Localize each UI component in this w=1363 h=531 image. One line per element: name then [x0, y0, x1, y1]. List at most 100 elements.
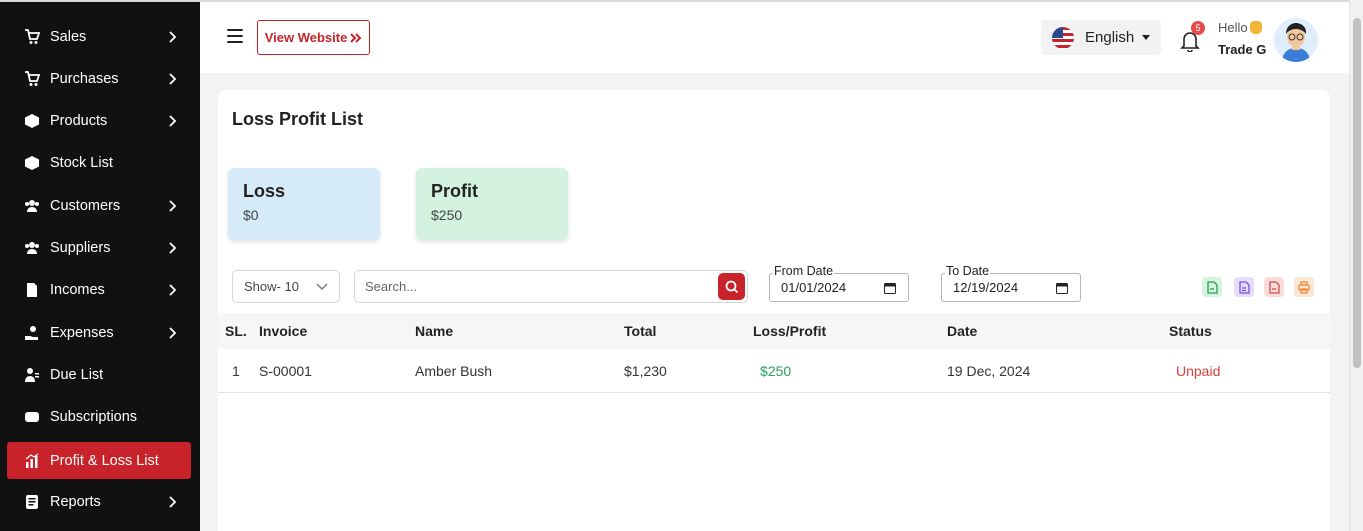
greeting-text: Hello — [1218, 20, 1248, 35]
search-icon — [725, 280, 738, 293]
profit-card: Profit $250 — [416, 168, 568, 240]
to-date-field[interactable]: To Date 12/19/2024 — [941, 264, 1081, 302]
sidebar-item-label: Customers — [50, 197, 121, 214]
chevron-right-icon — [169, 283, 179, 296]
sidebar-item-subscriptions[interactable]: Subscriptions — [7, 398, 191, 435]
to-date-label: To Date — [945, 264, 991, 278]
sidebar-item-label: Profit & Loss List — [50, 452, 159, 469]
sidebar-item-label: Reports — [50, 493, 101, 510]
sidebar-item-stock-list[interactable]: Stock List — [7, 144, 191, 181]
sidebar-item-label: Expenses — [50, 324, 114, 341]
bar-chart-icon — [23, 452, 41, 470]
search-button[interactable] — [718, 273, 745, 300]
excel-file-icon — [1239, 280, 1250, 294]
language-label: English — [1085, 29, 1135, 46]
chevron-down-icon — [316, 283, 328, 290]
sidebar-item-label: Purchases — [50, 70, 119, 87]
cart-icon — [23, 70, 41, 88]
loss-card: Loss $0 — [228, 168, 380, 240]
search-input[interactable] — [355, 271, 715, 302]
profit-card-value: $250 — [431, 207, 463, 223]
cell-invoice: S-00001 — [259, 363, 312, 379]
loss-card-title: Loss — [243, 181, 286, 201]
chevron-right-icon — [169, 241, 179, 254]
page-size-value: Show- 10 — [244, 279, 299, 294]
box-icon — [23, 154, 41, 172]
table-header: SL. Invoice Name Total Loss/Profit Date … — [218, 313, 1330, 349]
sidebar: Sales Purchases Products Stock List Cust… — [0, 0, 200, 531]
page-size-select[interactable]: Show- 10 — [232, 270, 340, 303]
column-header-date: Date — [947, 323, 978, 339]
csv-file-icon — [1207, 280, 1218, 294]
sidebar-item-label: Subscriptions — [50, 408, 138, 425]
sidebar-item-profit-loss-list[interactable]: Profit & Loss List — [7, 442, 191, 479]
sidebar-item-due-list[interactable]: Due List — [7, 356, 191, 393]
sidebar-item-label: Due List — [50, 366, 104, 383]
sidebar-item-expenses[interactable]: Expenses — [7, 314, 191, 351]
avatar[interactable] — [1274, 18, 1318, 62]
export-csv-button[interactable] — [1202, 277, 1222, 297]
us-flag-icon — [1052, 26, 1074, 49]
loss-card-value: $0 — [243, 207, 259, 223]
column-header-total: Total — [624, 323, 657, 339]
sidebar-item-reports[interactable]: Reports — [7, 483, 191, 520]
pdf-file-icon — [1269, 280, 1280, 294]
column-header-sl: SL. — [225, 323, 247, 339]
column-header-status: Status — [1169, 323, 1212, 339]
chevron-right-icon — [169, 114, 179, 127]
sidebar-item-incomes[interactable]: Incomes — [7, 271, 191, 308]
cell-total: $1,230 — [624, 363, 667, 379]
table-row[interactable]: 1 S-00001 Amber Bush $1,230 $250 19 Dec,… — [218, 349, 1330, 393]
main-panel: Loss Profit List Loss $0 Profit $250 Sho… — [218, 90, 1330, 531]
page-scrollbar[interactable] — [1349, 0, 1363, 531]
user-name: Trade G — [1218, 42, 1267, 57]
calendar-icon[interactable] — [1056, 282, 1068, 294]
caret-down-icon — [1142, 35, 1151, 40]
users-icon — [23, 239, 41, 257]
sidebar-item-label: Incomes — [50, 281, 105, 298]
page-title: Loss Profit List — [232, 109, 364, 129]
menu-toggle-icon[interactable] — [227, 29, 243, 43]
sidebar-item-sales[interactable]: Sales — [7, 18, 191, 55]
language-selector[interactable]: English — [1041, 20, 1161, 55]
print-button[interactable] — [1294, 277, 1314, 297]
sidebar-item-suppliers[interactable]: Suppliers — [7, 229, 191, 266]
to-date-value: 12/19/2024 — [953, 280, 1019, 295]
search-box — [354, 270, 748, 303]
export-excel-button[interactable] — [1234, 277, 1254, 297]
sidebar-item-label: Stock List — [50, 154, 113, 171]
chevron-right-icon — [169, 72, 179, 85]
profit-card-title: Profit — [431, 181, 478, 201]
users-icon — [23, 197, 41, 215]
calendar-icon[interactable] — [884, 282, 896, 294]
sidebar-item-products[interactable]: Products — [7, 102, 191, 139]
export-pdf-button[interactable] — [1264, 277, 1284, 297]
sidebar-item-customers[interactable]: Customers — [7, 187, 191, 224]
greeting: Hello — [1218, 20, 1262, 35]
ticket-icon — [23, 408, 41, 426]
from-date-value: 01/01/2024 — [781, 280, 847, 295]
chevron-right-icon — [169, 495, 179, 508]
printer-icon — [1298, 280, 1310, 294]
from-date-field[interactable]: From Date 01/01/2024 — [769, 264, 909, 302]
report-icon — [23, 493, 41, 511]
cell-sl: 1 — [232, 363, 240, 379]
waving-hand-icon — [1249, 21, 1262, 34]
from-date-label: From Date — [773, 264, 835, 278]
view-website-button[interactable]: View Website — [257, 20, 370, 55]
cell-name: Amber Bush — [415, 363, 493, 379]
double-chevron-right-icon — [350, 32, 362, 43]
sidebar-item-purchases[interactable]: Purchases — [7, 60, 191, 97]
column-header-name: Name — [415, 323, 454, 339]
scrollbar-thumb[interactable] — [1353, 18, 1361, 368]
top-header: View Website English 5 Hello Trade G — [200, 0, 1349, 73]
hand-dollar-icon — [23, 324, 41, 342]
chevron-right-icon — [169, 199, 179, 212]
sidebar-item-label: Suppliers — [50, 239, 111, 256]
notification-badge: 5 — [1191, 21, 1205, 35]
box-icon — [23, 112, 41, 130]
sidebar-item-label: Sales — [50, 28, 87, 45]
chevron-right-icon — [169, 30, 179, 43]
column-header-loss-profit: Loss/Profit — [753, 323, 827, 339]
cell-loss-profit: $250 — [760, 363, 792, 379]
